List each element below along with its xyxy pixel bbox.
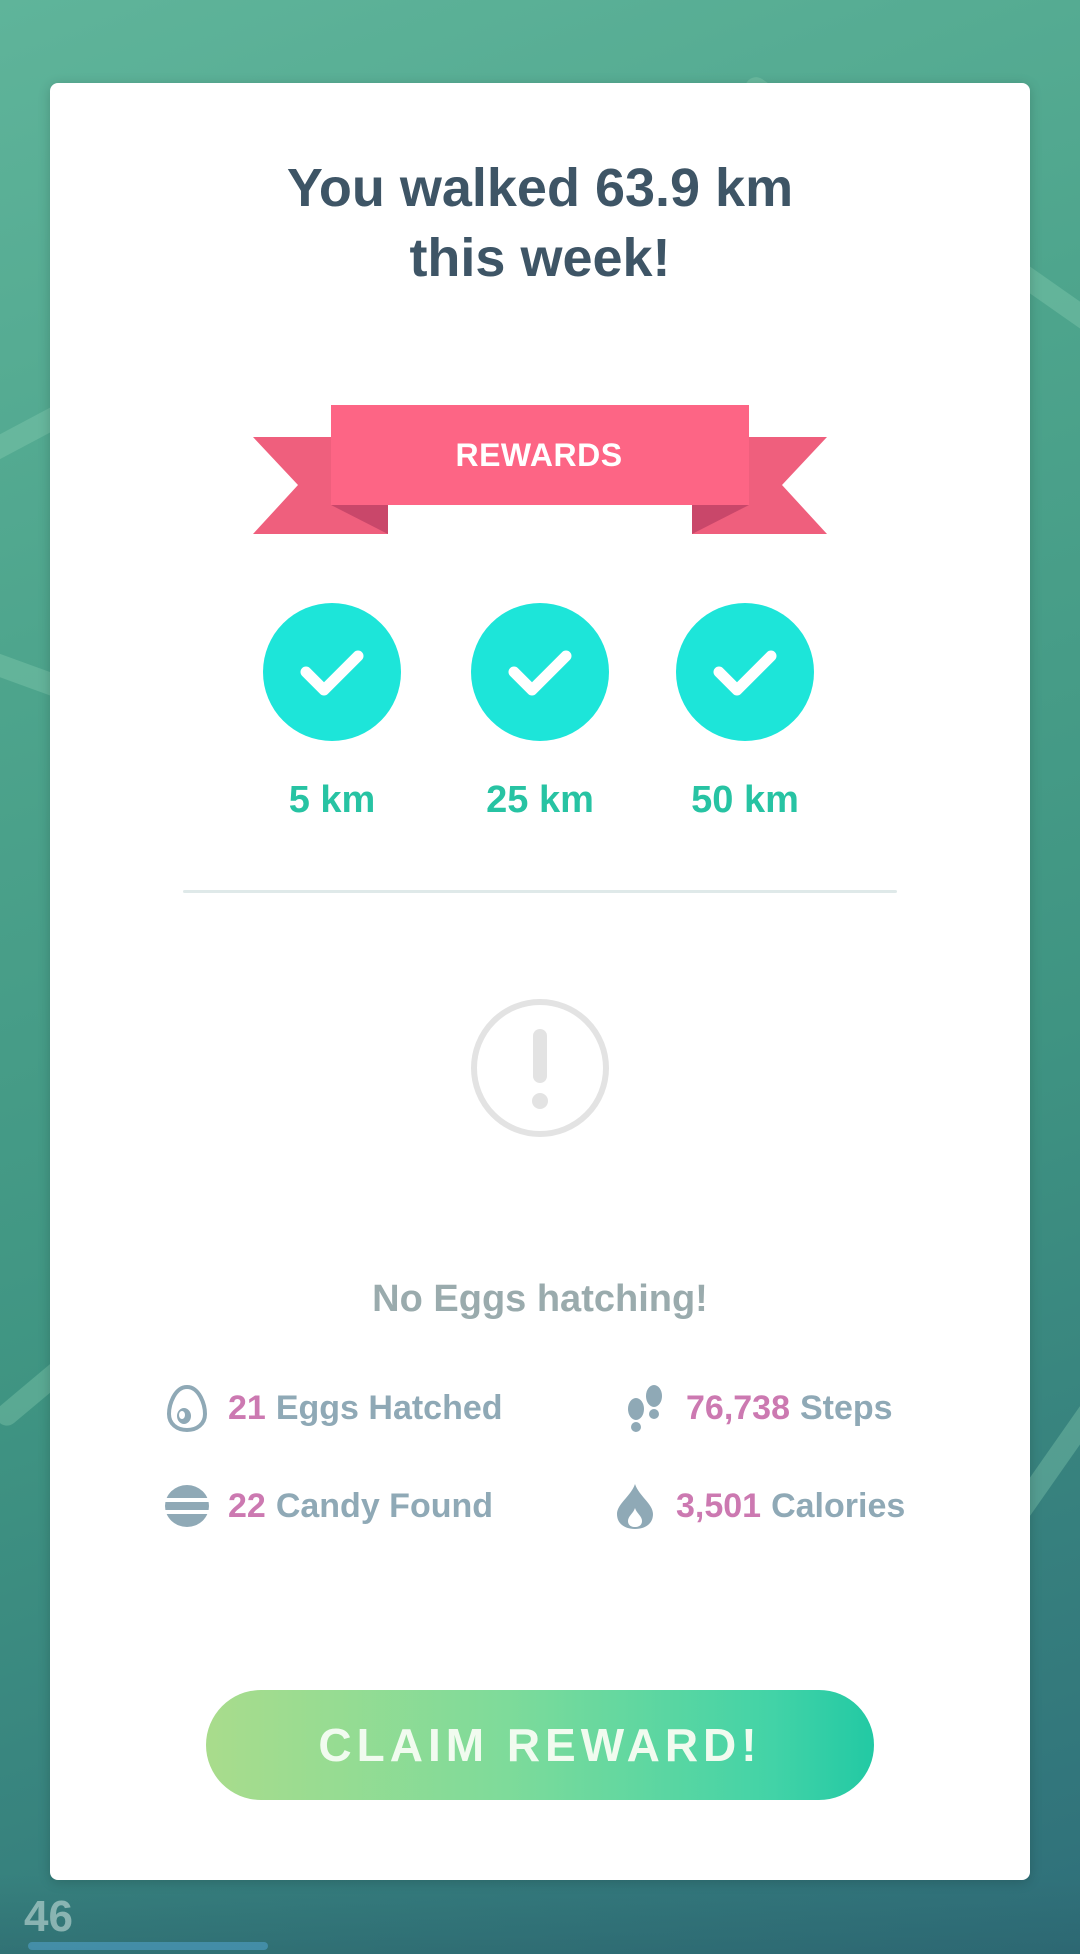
weekly-summary-card: You walked 63.9 km this week! REWARDS 5 … <box>50 83 1030 1880</box>
divider <box>183 890 897 893</box>
level-progress-bar <box>28 1942 268 1950</box>
eggs-hatched-label: Eggs Hatched <box>275 1388 503 1427</box>
milestone-check-circle <box>263 603 401 741</box>
rewards-label: REWARDS <box>455 436 623 473</box>
candy-icon <box>162 1481 212 1531</box>
eggs-hatched-count: 21 <box>228 1388 266 1427</box>
candy-found-count: 22 <box>228 1486 266 1525</box>
milestone-25km: 25 km <box>440 603 640 822</box>
claim-reward-button[interactable]: CLAIM REWARD! <box>206 1690 874 1800</box>
claim-reward-label: CLAIM REWARD! <box>318 1719 762 1771</box>
milestones-row: 5 km 25 km 50 km <box>50 603 1030 833</box>
milestone-check-circle <box>676 603 814 741</box>
stat-candy-found: 22 Candy Found <box>162 1481 493 1531</box>
flame-icon <box>610 1481 660 1531</box>
stat-calories: 3,501 Calories <box>610 1481 905 1531</box>
egg-icon <box>162 1383 212 1433</box>
steps-label: Steps <box>800 1388 893 1427</box>
title-line-2: this week! <box>409 228 671 288</box>
milestone-5km: 5 km <box>232 603 432 822</box>
checkmark-icon <box>300 650 364 696</box>
title-line-1: You walked 63.9 km <box>286 158 794 218</box>
stat-eggs-hatched: 21 Eggs Hatched <box>162 1383 503 1433</box>
trainer-level[interactable]: 46 <box>24 1892 73 1942</box>
no-eggs-message: No Eggs hatching! <box>372 1278 708 1320</box>
checkmark-icon <box>713 650 777 696</box>
steps-count: 76,738 <box>686 1388 790 1427</box>
stat-steps: 76,738 Steps <box>620 1383 893 1433</box>
exclamation-icon <box>471 999 609 1137</box>
calories-count: 3,501 <box>676 1486 762 1525</box>
milestone-check-circle <box>471 603 609 741</box>
milestone-label: 5 km <box>288 779 376 821</box>
checkmark-icon <box>508 650 572 696</box>
rewards-ribbon: REWARDS <box>253 399 827 534</box>
milestone-label: 50 km <box>691 779 799 821</box>
milestone-label: 25 km <box>486 779 594 821</box>
calories-label: Calories <box>771 1486 906 1525</box>
page-title: You walked 63.9 km this week! <box>50 153 1030 293</box>
candy-found-label: Candy Found <box>275 1486 494 1525</box>
milestone-50km: 50 km <box>645 603 845 822</box>
footsteps-icon <box>620 1383 670 1433</box>
